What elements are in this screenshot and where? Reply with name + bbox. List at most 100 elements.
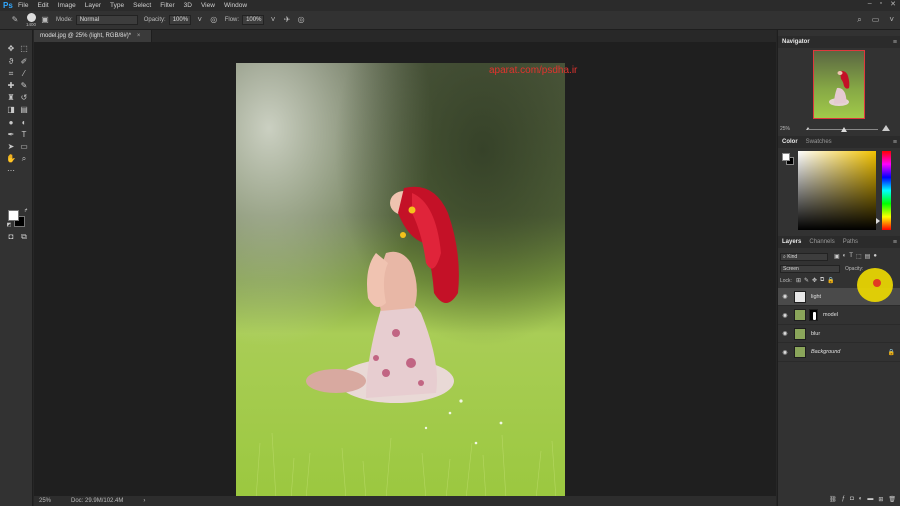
filter-smart-icon[interactable]: ▤ bbox=[865, 253, 871, 260]
path-select-tool-icon[interactable]: ➤ bbox=[6, 142, 16, 152]
brush-panel-icon[interactable]: ▣ bbox=[40, 15, 50, 25]
navigator-zoom[interactable]: 25% bbox=[780, 126, 790, 132]
lasso-tool-icon[interactable]: ϑ bbox=[6, 57, 16, 67]
pressure-size-icon[interactable]: ◎ bbox=[296, 15, 306, 25]
crop-tool-icon[interactable]: ⌗ bbox=[6, 69, 16, 79]
hue-slider[interactable] bbox=[882, 151, 891, 230]
panel-menu-icon[interactable]: ≡ bbox=[893, 39, 897, 46]
more-tools-icon[interactable]: ⋯ bbox=[6, 166, 16, 176]
quick-mask-icon[interactable]: ◘ bbox=[6, 232, 16, 242]
layer-row[interactable]: ◉ Background 🔒 bbox=[778, 344, 900, 362]
clone-stamp-tool-icon[interactable]: ♜ bbox=[6, 93, 16, 103]
menu-window[interactable]: Window bbox=[224, 2, 247, 9]
canvas[interactable]: aparat.com/psdha.ir bbox=[34, 42, 776, 499]
brush-tool-icon[interactable]: ✎ bbox=[10, 15, 20, 25]
layer-row[interactable]: ◉ model bbox=[778, 307, 900, 325]
menu-filter[interactable]: Filter bbox=[160, 2, 174, 9]
tab-channels[interactable]: Channels bbox=[809, 239, 834, 245]
maximize-icon[interactable]: ▫ bbox=[880, 0, 882, 8]
filter-shape-icon[interactable]: ⬚ bbox=[856, 253, 862, 260]
marquee-tool-icon[interactable]: ⬚ bbox=[19, 44, 29, 54]
chevron-down-icon[interactable]: ˅ bbox=[889, 15, 894, 25]
link-layers-icon[interactable]: ⛓ bbox=[829, 496, 837, 503]
brush-tool-icon[interactable]: ✎ bbox=[19, 81, 29, 91]
default-colors-icon[interactable]: ◩ bbox=[4, 220, 14, 230]
zoom-level[interactable]: 25% bbox=[39, 498, 51, 504]
blur-tool-icon[interactable]: ● bbox=[6, 118, 16, 128]
visibility-eye-icon[interactable]: ◉ bbox=[780, 312, 790, 319]
airbrush-icon[interactable]: ✈ bbox=[282, 15, 292, 25]
gradient-tool-icon[interactable]: ▤ bbox=[19, 105, 29, 115]
lock-all-icon[interactable]: 🔒 bbox=[827, 277, 834, 284]
hand-tool-icon[interactable]: ✋ bbox=[6, 154, 16, 164]
filter-adjustment-icon[interactable]: ◐ bbox=[843, 253, 847, 260]
layer-thumbnail[interactable] bbox=[794, 346, 806, 358]
swap-colors-icon[interactable]: ↱ bbox=[21, 206, 31, 216]
zoom-tool-icon[interactable]: ⌕ bbox=[19, 154, 29, 164]
minimize-icon[interactable]: – bbox=[868, 0, 872, 8]
layer-lock-icon[interactable]: 🔒 bbox=[888, 349, 895, 356]
menu-type[interactable]: Type bbox=[110, 2, 124, 9]
status-menu-arrow[interactable]: › bbox=[143, 498, 145, 504]
history-brush-tool-icon[interactable]: ↺ bbox=[19, 93, 29, 103]
type-tool-icon[interactable]: T bbox=[19, 130, 29, 140]
pressure-opacity-icon[interactable]: ◎ bbox=[209, 15, 219, 25]
menu-image[interactable]: Image bbox=[58, 2, 76, 9]
new-layer-icon[interactable]: ⊞ bbox=[878, 496, 883, 503]
eraser-tool-icon[interactable]: ◨ bbox=[6, 105, 16, 115]
filter-pixel-icon[interactable]: ▣ bbox=[834, 253, 840, 260]
panel-menu-icon[interactable]: ≡ bbox=[893, 239, 897, 246]
chevron-down-icon[interactable]: ˅ bbox=[195, 15, 205, 25]
close-icon[interactable]: ✕ bbox=[890, 0, 896, 8]
lock-artboard-icon[interactable]: ⧉ bbox=[820, 277, 824, 284]
lock-position-icon[interactable]: ✥ bbox=[812, 277, 817, 284]
screen-mode-icon[interactable]: ⧉ bbox=[19, 232, 29, 242]
layer-thumbnail[interactable] bbox=[794, 309, 806, 321]
layer-row[interactable]: ◉ blur bbox=[778, 325, 900, 343]
layer-style-icon[interactable]: ƒ bbox=[842, 496, 845, 502]
zoom-slider-handle[interactable] bbox=[841, 127, 847, 132]
menu-select[interactable]: Select bbox=[133, 2, 151, 9]
menu-view[interactable]: View bbox=[201, 2, 215, 9]
layer-thumbnail[interactable] bbox=[794, 290, 806, 303]
new-group-icon[interactable]: ▬ bbox=[867, 496, 873, 502]
healing-brush-tool-icon[interactable]: ✚ bbox=[6, 81, 16, 91]
layer-mask-thumbnail[interactable] bbox=[809, 309, 818, 321]
move-tool-icon[interactable]: ✥ bbox=[6, 44, 16, 54]
visibility-eye-icon[interactable]: ◉ bbox=[780, 330, 790, 337]
menu-file[interactable]: File bbox=[18, 2, 28, 9]
flow-field[interactable]: 100% bbox=[242, 15, 265, 25]
filter-type-icon[interactable]: T bbox=[849, 253, 853, 260]
close-tab-icon[interactable]: × bbox=[137, 33, 141, 39]
delete-layer-icon[interactable]: 🗑 bbox=[888, 496, 896, 503]
tab-color[interactable]: Color bbox=[782, 139, 798, 145]
color-foreground-swatch[interactable] bbox=[782, 153, 790, 161]
rectangle-tool-icon[interactable]: ▭ bbox=[19, 142, 29, 152]
navigator-thumbnail[interactable] bbox=[813, 50, 865, 119]
zoom-in-icon[interactable] bbox=[882, 125, 890, 131]
tab-swatches[interactable]: Swatches bbox=[806, 139, 832, 145]
photo-canvas[interactable] bbox=[236, 63, 565, 499]
brush-preset-picker[interactable]: 1400 bbox=[26, 13, 36, 27]
color-picker-field[interactable] bbox=[798, 151, 876, 230]
tab-navigator[interactable]: Navigator bbox=[782, 39, 810, 45]
tab-layers[interactable]: Layers bbox=[782, 239, 801, 245]
filter-toggle-icon[interactable]: ● bbox=[873, 253, 877, 260]
mode-select[interactable]: Normal bbox=[75, 15, 138, 25]
quick-select-tool-icon[interactable]: ✐ bbox=[19, 57, 29, 67]
chevron-down-icon[interactable]: ˅ bbox=[268, 15, 278, 25]
hue-pointer[interactable] bbox=[876, 218, 880, 224]
eyedropper-tool-icon[interactable]: ⁄ bbox=[19, 69, 29, 79]
menu-edit[interactable]: Edit bbox=[37, 2, 48, 9]
menu-3d[interactable]: 3D bbox=[184, 2, 192, 9]
document-tab[interactable]: model.jpg @ 25% (light, RGB/8#)* × bbox=[34, 30, 152, 42]
menu-layer[interactable]: Layer bbox=[85, 2, 101, 9]
lock-transparency-icon[interactable]: ⊞ bbox=[796, 277, 801, 284]
layer-filter-kind[interactable]: ⌕ Kind bbox=[780, 252, 828, 261]
panel-menu-icon[interactable]: ≡ bbox=[893, 139, 897, 146]
dodge-tool-icon[interactable]: ◐ bbox=[19, 118, 29, 128]
search-icon[interactable]: ⌕ bbox=[857, 15, 861, 25]
visibility-eye-icon[interactable]: ◉ bbox=[780, 349, 790, 356]
layer-thumbnail[interactable] bbox=[794, 327, 806, 340]
tab-paths[interactable]: Paths bbox=[843, 239, 858, 245]
